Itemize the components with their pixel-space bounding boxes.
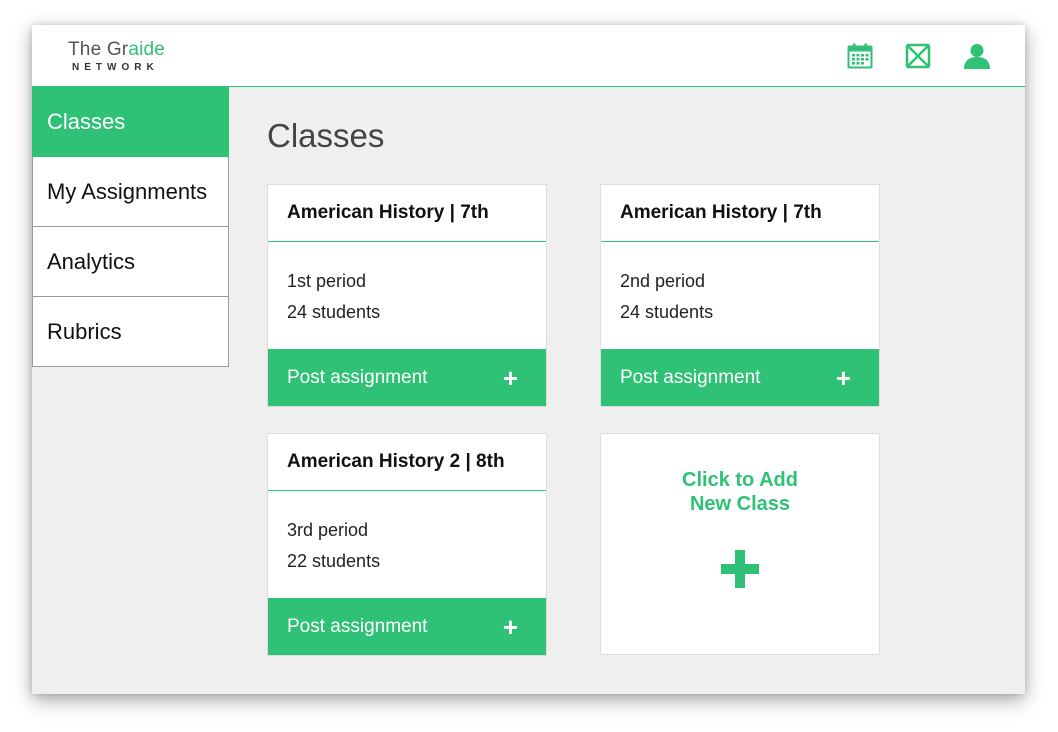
user-icon[interactable] <box>962 41 992 71</box>
sidebar-item-label: My Assignments <box>47 178 208 204</box>
plus-icon: + <box>835 362 851 393</box>
class-student-count: 22 students <box>287 551 381 571</box>
add-class-label-line2: New Class <box>689 493 791 515</box>
brand-logo[interactable]: The Graide NETWORK <box>68 39 165 75</box>
class-card-body: 1st period 24 students <box>268 242 546 349</box>
class-card-body: 2nd period 24 students <box>601 242 879 349</box>
sidebar-item-my-assignments[interactable]: My Assignments <box>32 157 229 227</box>
sidebar-item-label: Analytics <box>47 248 136 274</box>
plus-icon: + <box>502 611 518 642</box>
large-plus-icon <box>721 550 759 588</box>
sidebar-item-analytics[interactable]: Analytics <box>32 227 229 297</box>
class-period: 3rd period <box>287 520 369 540</box>
class-card[interactable]: American History 2 | 8th 3rd period 22 s… <box>267 433 547 656</box>
brand-name: The Graide <box>68 39 165 61</box>
app-window: The Graide NETWORK Classes My Assignment… <box>32 25 1025 694</box>
add-class-button[interactable]: Click to Add New Class <box>600 433 880 655</box>
class-period: 2nd period <box>620 271 706 291</box>
class-card-title: American History | 7th <box>268 185 546 242</box>
class-card-body: 3rd period 22 students <box>268 491 546 598</box>
post-assignment-button[interactable]: Post assignment + <box>268 349 546 406</box>
post-assignment-label: Post assignment <box>620 366 761 388</box>
brand-sub: NETWORK <box>72 62 159 73</box>
add-class-label: Click to Add New Class <box>601 468 879 516</box>
post-assignment-button[interactable]: Post assignment + <box>268 598 546 655</box>
class-student-count: 24 students <box>287 302 381 322</box>
brand-name-plain: The Gr <box>68 39 129 60</box>
brand-name-accent: aide <box>128 39 166 60</box>
sidebar-item-label: Classes <box>47 108 126 134</box>
class-card[interactable]: American History | 7th 1st period 24 stu… <box>267 184 547 407</box>
class-student-count: 24 students <box>620 302 714 322</box>
sidebar-item-rubrics[interactable]: Rubrics <box>32 297 229 367</box>
plus-icon: + <box>502 362 518 393</box>
class-card-title: American History | 7th <box>601 185 879 242</box>
post-assignment-button[interactable]: Post assignment + <box>601 349 879 406</box>
add-class-label-line1: Click to Add <box>682 469 798 491</box>
sidebar-item-classes[interactable]: Classes <box>32 87 229 157</box>
sidebar-item-label: Rubrics <box>47 318 122 344</box>
class-period: 1st period <box>287 271 367 291</box>
page-title: Classes <box>267 117 385 154</box>
top-header: The Graide NETWORK <box>32 25 1025 87</box>
class-card[interactable]: American History | 7th 2nd period 24 stu… <box>600 184 880 407</box>
calendar-icon[interactable] <box>845 41 875 71</box>
sidebar-nav: Classes My Assignments Analytics Rubrics <box>32 87 229 367</box>
post-assignment-label: Post assignment <box>287 366 428 388</box>
class-card-title: American History 2 | 8th <box>268 434 546 491</box>
mail-icon[interactable] <box>903 41 933 71</box>
post-assignment-label: Post assignment <box>287 615 428 637</box>
